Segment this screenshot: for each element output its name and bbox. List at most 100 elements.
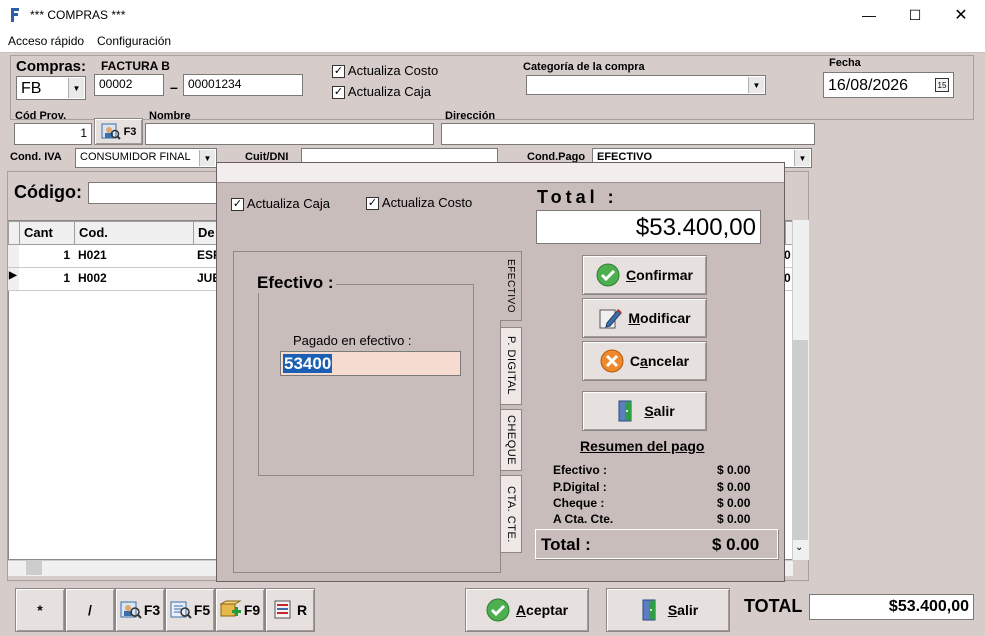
f5-button[interactable]: F5 (165, 588, 215, 632)
window-title: *** COMPRAS *** (30, 8, 126, 22)
actualiza-costo-check[interactable]: ✓ Actualiza Costo (332, 63, 438, 79)
aceptar-button[interactable]: Aceptar (465, 588, 589, 632)
checkbox-checked-icon[interactable]: ✓ (366, 197, 379, 211)
table-row-cod[interactable]: H002 (74, 268, 194, 291)
title-bar (0, 0, 985, 30)
checkbox-checked-icon[interactable]: ✓ (332, 86, 345, 100)
buscar-prov-button[interactable]: F3 (94, 118, 143, 145)
punto-venta-input[interactable]: 00002 (94, 74, 164, 96)
efectivo-title: Efectivo : (255, 273, 336, 293)
fecha-label: Fecha (829, 57, 861, 69)
direccion-label: Dirección (445, 110, 496, 122)
app-icon (11, 8, 19, 22)
dlg-actualiza-costo-check[interactable]: ✓ Actualiza Costo (366, 195, 473, 211)
r-label: R (296, 602, 308, 618)
dlg-salir-label: Salir (644, 403, 675, 419)
confirmar-button[interactable]: Confirmar (582, 255, 707, 295)
chevron-down-icon[interactable]: ▼ (748, 77, 764, 93)
cod-prov-label: Cód Prov. (15, 110, 67, 122)
resumen-pdigital-label: P.Digital : (553, 480, 607, 494)
nombre-label: Nombre (149, 110, 191, 122)
dlg-total-value: $53.400,00 (536, 210, 761, 244)
resumen-cheque-label: Cheque : (553, 496, 605, 510)
f3-label: F3 (143, 602, 161, 618)
grid-header-cant[interactable]: Cant (19, 221, 75, 245)
f5-label: F5 (193, 602, 211, 618)
menu-configuracion[interactable]: Configuración (97, 34, 171, 48)
resumen-ctacte-value: $ 0.00 (717, 512, 751, 526)
salir-button[interactable]: Salir (606, 588, 730, 632)
cond-iva-combo[interactable]: CONSUMIDOR FINAL ▼ (75, 148, 217, 168)
actualiza-caja-label: Actualiza Caja (347, 84, 432, 99)
dlg-actualiza-costo-label: Actualiza Costo (381, 195, 473, 210)
chevron-down-icon[interactable]: ▼ (199, 150, 215, 166)
check-circle-icon (486, 598, 510, 622)
maximize-button[interactable]: ☐ (892, 0, 938, 30)
edit-pencil-icon (599, 309, 623, 329)
resumen-efectivo-label: Efectivo : (553, 463, 608, 477)
tab-p-digital[interactable]: P. DIGITAL (500, 327, 522, 405)
modificar-button[interactable]: Modificar (582, 298, 707, 338)
r-button[interactable]: R (265, 588, 315, 632)
table-row-cod[interactable]: H021 (74, 245, 194, 268)
checkbox-checked-icon[interactable]: ✓ (332, 65, 345, 79)
dlg-actualiza-caja-label: Actualiza Caja (246, 196, 331, 211)
actualiza-caja-check[interactable]: ✓ Actualiza Caja (332, 84, 432, 100)
resumen-total-value: $ 0.00 (712, 535, 760, 554)
tab-efectivo[interactable]: EFECTIVO (500, 251, 522, 321)
tab-cheque[interactable]: CHEQUE (500, 409, 522, 471)
fecha-input[interactable]: 16/08/2026 15 (823, 72, 954, 98)
dlg-salir-button[interactable]: Salir (582, 391, 707, 431)
chevron-down-icon[interactable]: ▼ (794, 150, 810, 166)
calendar-icon[interactable]: 15 (935, 78, 949, 92)
add-box-icon (219, 600, 242, 617)
cancelar-label: Cancelar (629, 353, 690, 369)
resumen-cheque-value: $ 0.00 (717, 496, 751, 510)
factura-label: FACTURA B (101, 59, 170, 73)
payment-dialog: ✓ Actualiza Caja ✓ Actualiza Costo Total… (216, 162, 785, 582)
resumen-efectivo-value: $ 0.00 (717, 463, 751, 477)
resumen-pdigital-value: $ 0.00 (717, 480, 751, 494)
categoria-combo[interactable]: ▼ (526, 75, 766, 95)
dlg-actualiza-caja-check[interactable]: ✓ Actualiza Caja (231, 196, 331, 212)
efectivo-group (258, 284, 474, 476)
check-circle-icon (596, 263, 620, 287)
grid-header-cod[interactable]: Cod. (74, 221, 194, 245)
cod-prov-input[interactable]: 1 (14, 123, 92, 145)
list-edit-icon (274, 600, 291, 619)
tipo-combo[interactable]: FB ▼ (16, 76, 86, 100)
table-row-cant[interactable]: 1 (19, 268, 75, 291)
modificar-label: Modificar (628, 310, 691, 326)
slash-button[interactable]: / (65, 588, 115, 632)
tab-cta-cte[interactable]: CTA. CTE. (500, 475, 522, 553)
pagado-input[interactable]: 53400 (280, 351, 461, 376)
fecha-value: 16/08/2026 (828, 77, 909, 94)
pagado-label: Pagado en efectivo : (293, 333, 412, 348)
chevron-down-icon[interactable]: ▼ (68, 78, 84, 98)
minimize-button[interactable]: — (846, 0, 892, 30)
dlg-total-label: Total : (537, 187, 618, 207)
f9-button[interactable]: F9 (215, 588, 265, 632)
scroll-down-icon[interactable]: ⌄ (795, 542, 803, 553)
aceptar-label: Aceptar (515, 602, 569, 618)
cancelar-button[interactable]: Cancelar (582, 341, 707, 381)
codigo-input[interactable] (88, 182, 218, 204)
close-button[interactable]: ✕ (938, 0, 984, 30)
f3-button[interactable]: F3 (115, 588, 165, 632)
table-row-cant[interactable]: 1 (19, 245, 75, 268)
footer-total-value: $53.400,00 (809, 594, 974, 620)
nombre-input[interactable] (145, 123, 434, 145)
scrollbar-thumb[interactable] (793, 340, 808, 540)
cond-iva-value: CONSUMIDOR FINAL (80, 151, 191, 163)
hscroll-thumb[interactable] (26, 561, 42, 575)
dialog-titlebar (217, 163, 784, 183)
numero-input[interactable]: 00001234 (183, 74, 303, 96)
search-list-icon (170, 601, 192, 619)
cancel-circle-icon (600, 349, 624, 373)
search-person-icon (120, 601, 142, 619)
star-button[interactable]: * (15, 588, 65, 632)
direccion-input[interactable] (441, 123, 815, 145)
menu-acceso-rapido[interactable]: Acceso rápido (8, 34, 84, 48)
checkbox-checked-icon[interactable]: ✓ (231, 198, 244, 212)
f3-label: F3 (123, 125, 137, 138)
